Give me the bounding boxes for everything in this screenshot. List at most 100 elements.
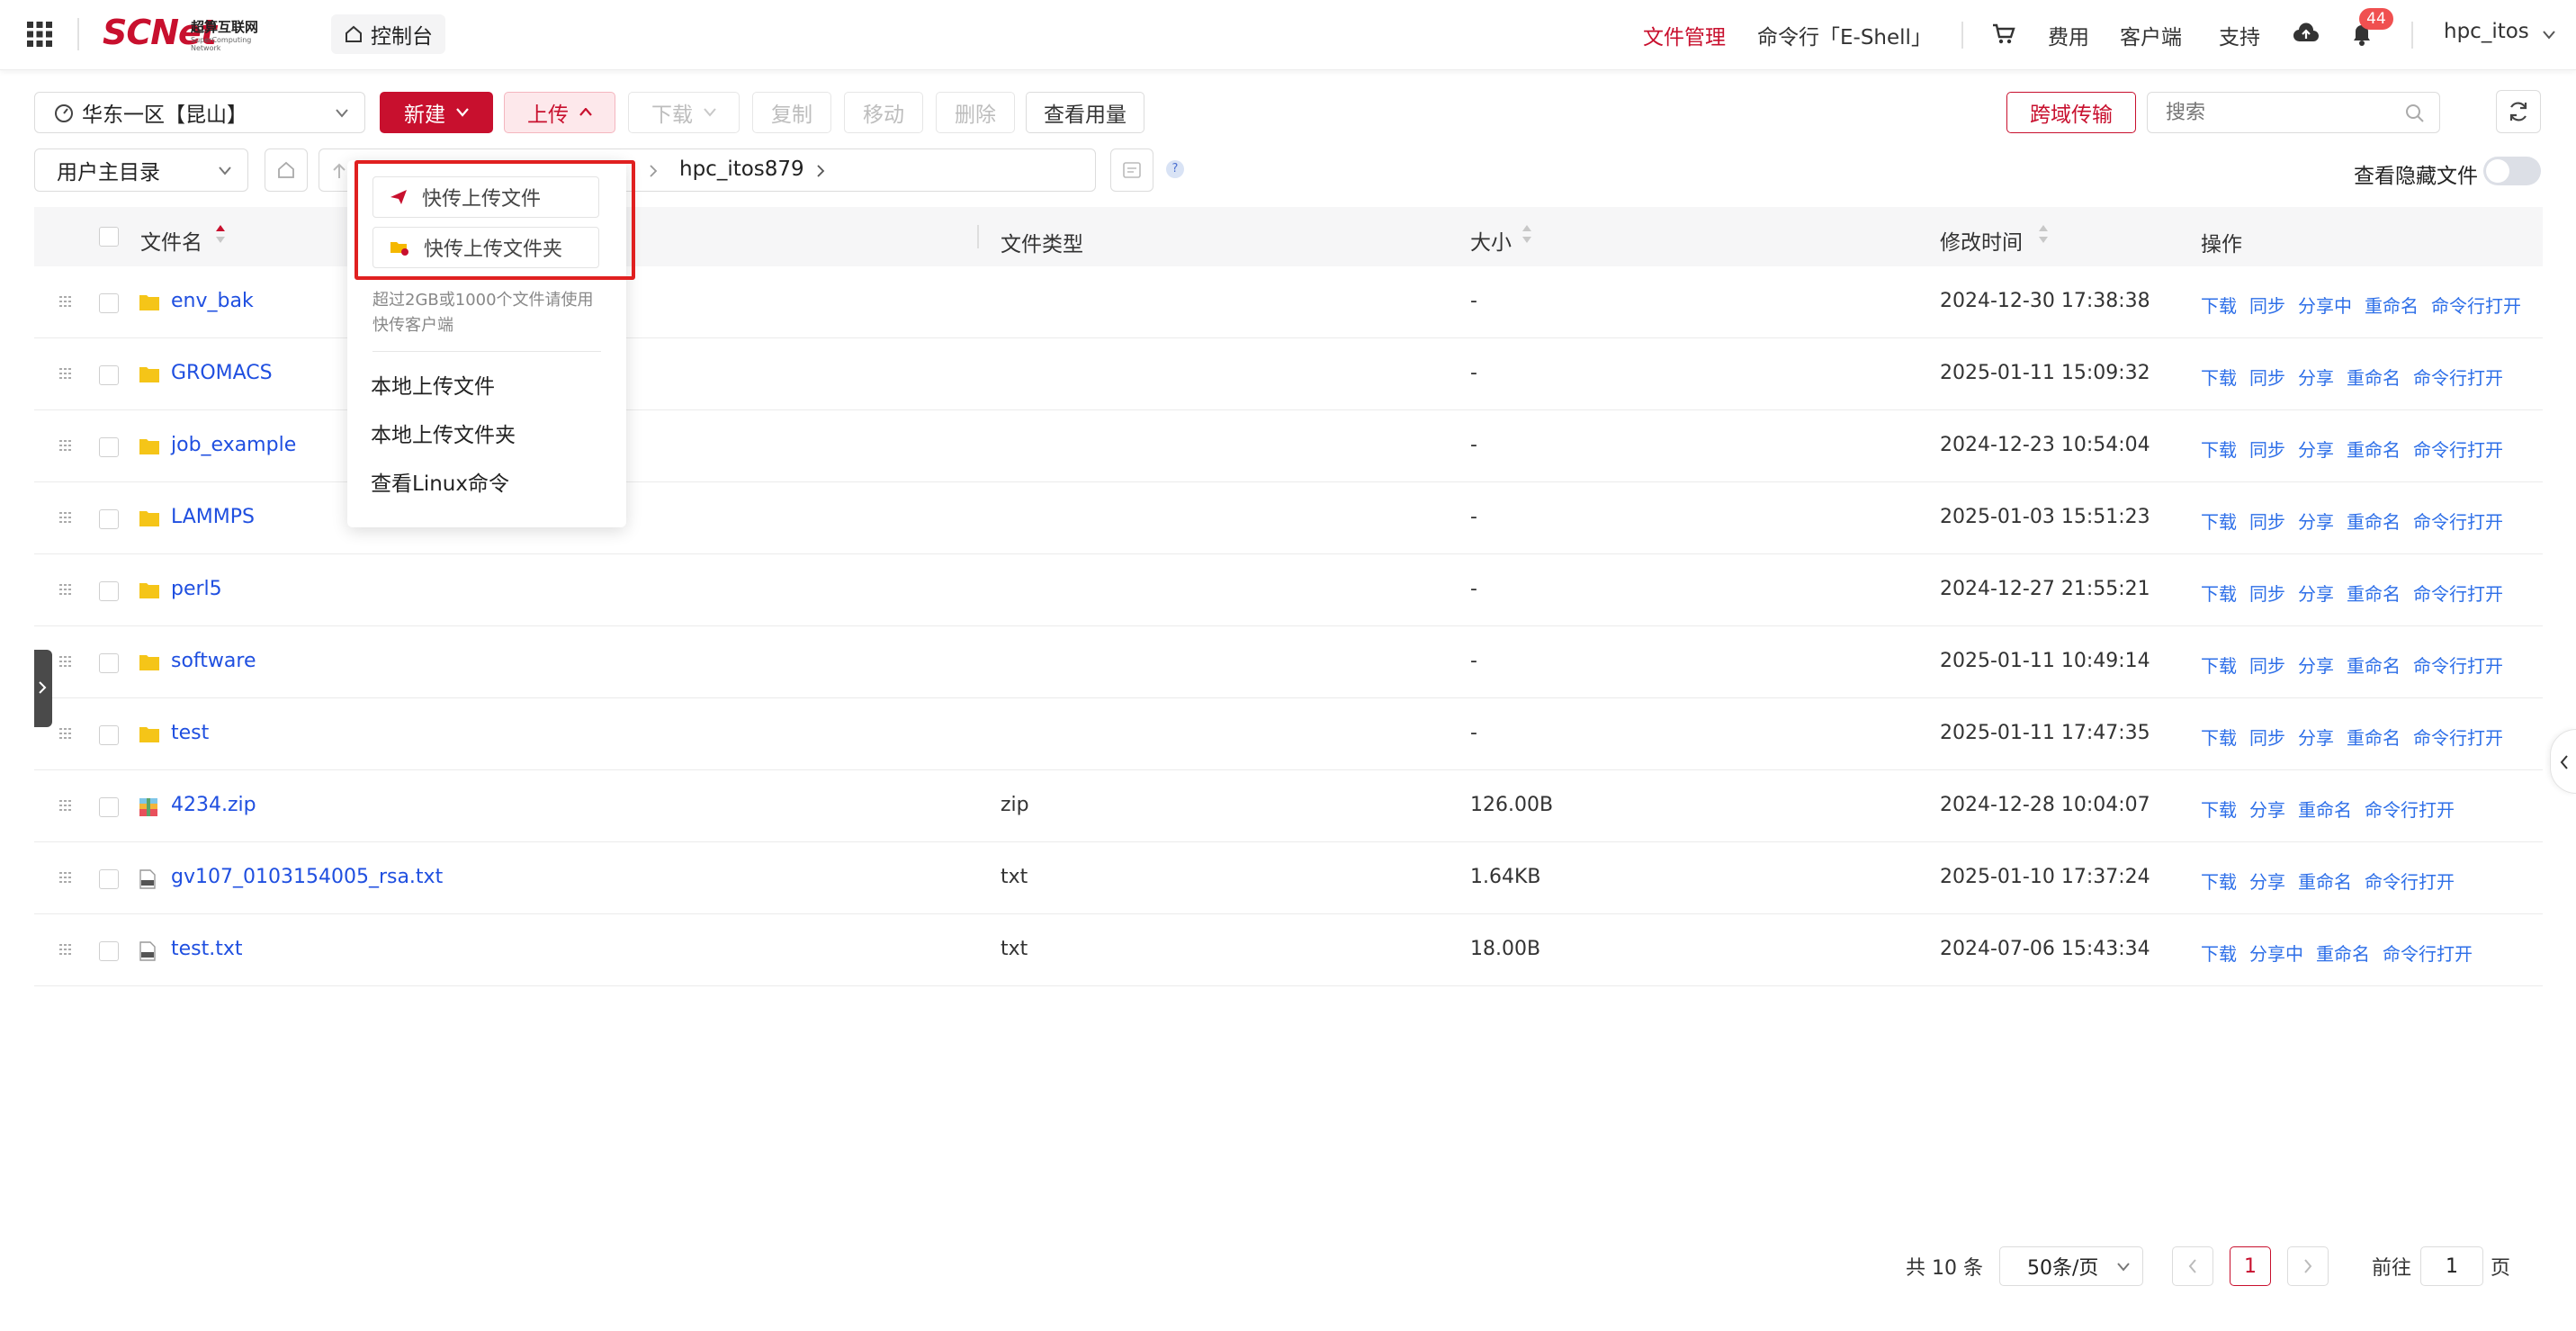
sort-icon[interactable] (214, 223, 227, 245)
sort-icon[interactable] (1521, 223, 1533, 245)
column-header-modified[interactable]: 修改时间 (1940, 225, 2023, 256)
row-action-link[interactable]: 下载 (2201, 868, 2237, 894)
table-row[interactable]: 4234.zip zip 126.00B 2024-12-28 10:04:07… (34, 770, 2543, 842)
row-action-link[interactable]: 分享 (2298, 652, 2334, 678)
row-action-link[interactable]: 下载 (2201, 508, 2237, 534)
file-name-link[interactable]: gv107_0103154005_rsa.txt (171, 866, 443, 888)
chevron-down-icon[interactable] (2543, 31, 2555, 40)
file-name-link[interactable]: 4234.zip (171, 794, 256, 816)
drag-handle-icon[interactable] (59, 799, 72, 812)
column-header-name[interactable]: 文件名 (140, 225, 202, 256)
local-upload-file-item[interactable]: 本地上传文件 (371, 369, 495, 400)
cart-icon[interactable] (1992, 23, 2015, 45)
sort-icon[interactable] (2037, 223, 2050, 245)
side-panel-toggle[interactable] (34, 650, 52, 727)
row-action-link[interactable]: 分享中 (2298, 292, 2352, 318)
search-icon[interactable] (2405, 103, 2425, 123)
row-checkbox[interactable] (99, 581, 119, 601)
file-name-link[interactable]: test.txt (171, 938, 243, 960)
row-action-link[interactable]: 分享 (2249, 868, 2285, 894)
drag-handle-icon[interactable] (59, 655, 72, 668)
row-action-link[interactable]: 重命名 (2347, 364, 2401, 390)
row-action-link[interactable]: 分享 (2298, 364, 2334, 390)
home-button[interactable] (265, 148, 308, 192)
local-upload-folder-item[interactable]: 本地上传文件夹 (371, 418, 516, 448)
app-grid-icon[interactable] (27, 22, 52, 47)
row-action-link[interactable]: 同步 (2249, 724, 2285, 750)
file-name-link[interactable]: GROMACS (171, 362, 273, 384)
move-button[interactable]: 移动 (844, 92, 923, 133)
new-button[interactable]: 新建 (380, 92, 493, 133)
row-action-link[interactable]: 下载 (2201, 292, 2237, 318)
hidden-files-toggle[interactable] (2483, 157, 2541, 185)
row-action-link[interactable]: 命令行打开 (2413, 652, 2503, 678)
nav-fees[interactable]: 费用 (2048, 20, 2089, 50)
row-action-link[interactable]: 重命名 (2298, 868, 2352, 894)
row-action-link[interactable]: 分享 (2249, 796, 2285, 822)
row-checkbox[interactable] (99, 365, 119, 385)
row-action-link[interactable]: 命令行打开 (2431, 292, 2521, 318)
arrow-up-icon[interactable] (332, 162, 346, 180)
row-action-link[interactable]: 命令行打开 (2365, 796, 2455, 822)
row-action-link[interactable]: 分享 (2298, 580, 2334, 606)
user-menu[interactable]: hpc_itos (2444, 20, 2529, 43)
search-input[interactable] (2166, 100, 2391, 125)
row-action-link[interactable]: 重命名 (2347, 652, 2401, 678)
row-checkbox[interactable] (99, 509, 119, 529)
breadcrumb-item[interactable]: hpc_itos879 (679, 157, 804, 181)
file-name-link[interactable]: env_bak (171, 290, 254, 312)
row-checkbox[interactable] (99, 437, 119, 457)
cross-domain-transfer-button[interactable]: 跨域传输 (2006, 92, 2136, 133)
search-box[interactable] (2147, 92, 2440, 133)
row-action-link[interactable]: 命令行打开 (2413, 580, 2503, 606)
file-name-link[interactable]: test (171, 722, 209, 744)
nav-eshell[interactable]: 命令行「E-Shell」 (1757, 20, 1932, 50)
row-action-link[interactable]: 同步 (2249, 580, 2285, 606)
copy-button[interactable]: 复制 (752, 92, 831, 133)
row-action-link[interactable]: 下载 (2201, 364, 2237, 390)
refresh-button[interactable] (2496, 90, 2541, 133)
row-action-link[interactable]: 命令行打开 (2383, 940, 2473, 966)
row-action-link[interactable]: 命令行打开 (2413, 364, 2503, 390)
row-action-link[interactable]: 命令行打开 (2365, 868, 2455, 894)
row-checkbox[interactable] (99, 869, 119, 889)
row-action-link[interactable]: 下载 (2201, 436, 2237, 462)
prev-page-button[interactable] (2172, 1246, 2213, 1286)
row-checkbox[interactable] (99, 941, 119, 961)
table-row[interactable]: test - 2025-01-11 17:47:35 下载 同步 分享 重命名 命令行打… (34, 698, 2543, 770)
row-action-link[interactable]: 命令行打开 (2413, 508, 2503, 534)
row-action-link[interactable]: 同步 (2249, 508, 2285, 534)
row-action-link[interactable]: 分享 (2298, 724, 2334, 750)
nav-file-management[interactable]: 文件管理 (1643, 20, 1726, 50)
drag-handle-icon[interactable] (59, 871, 72, 884)
delete-button[interactable]: 删除 (936, 92, 1015, 133)
column-header-size[interactable]: 大小 (1470, 225, 1512, 256)
table-row[interactable]: software - 2025-01-11 10:49:14 下载 同步 分享 重命名… (34, 626, 2543, 698)
row-action-link[interactable]: 重命名 (2347, 724, 2401, 750)
row-action-link[interactable]: 分享 (2298, 436, 2334, 462)
row-action-link[interactable]: 下载 (2201, 652, 2237, 678)
row-action-link[interactable]: 下载 (2201, 796, 2237, 822)
goto-page-input[interactable]: 1 (2420, 1246, 2483, 1286)
select-all-checkbox[interactable] (99, 227, 119, 247)
nav-support[interactable]: 支持 (2219, 20, 2260, 50)
row-action-link[interactable]: 同步 (2249, 436, 2285, 462)
region-select[interactable]: 华东一区【昆山】 (34, 92, 365, 133)
row-action-link[interactable]: 下载 (2201, 724, 2237, 750)
right-panel-toggle[interactable] (2550, 729, 2576, 794)
row-action-link[interactable]: 同步 (2249, 364, 2285, 390)
drag-handle-icon[interactable] (59, 583, 72, 596)
edit-path-button[interactable] (1110, 148, 1153, 192)
column-header-type[interactable]: 文件类型 (1001, 227, 1083, 257)
view-usage-button[interactable]: 查看用量 (1026, 92, 1144, 133)
row-action-link[interactable]: 重命名 (2347, 436, 2401, 462)
drag-handle-icon[interactable] (59, 727, 72, 740)
nav-client[interactable]: 客户端 (2120, 20, 2182, 50)
row-checkbox[interactable] (99, 653, 119, 673)
view-linux-commands-item[interactable]: 查看Linux命令 (371, 466, 509, 497)
row-checkbox[interactable] (99, 797, 119, 817)
page-size-select[interactable]: 50条/页 (1999, 1246, 2143, 1286)
row-action-link[interactable]: 下载 (2201, 940, 2237, 966)
drag-handle-icon[interactable] (59, 367, 72, 380)
row-action-link[interactable]: 重命名 (2316, 940, 2370, 966)
